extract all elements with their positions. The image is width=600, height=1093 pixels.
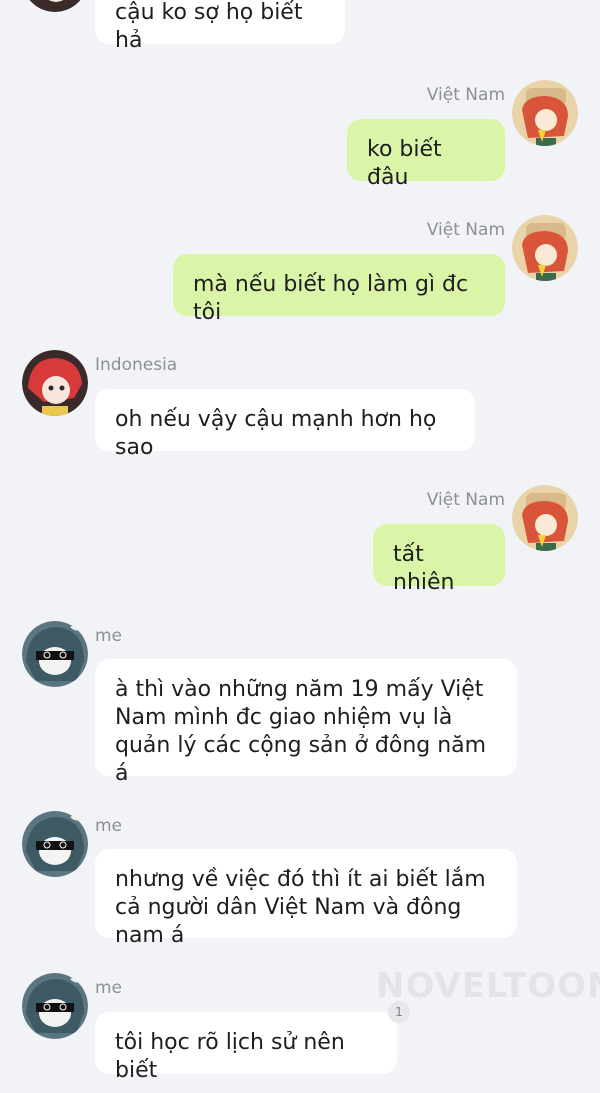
message-text: tôi học rõ lịch sử nên biết [115, 1030, 345, 1083]
sender-name: Việt Nam [426, 490, 505, 510]
sender-name: me [95, 816, 123, 836]
message-bubble[interactable]: ko biết đâu [347, 119, 505, 190]
message-text: mà nếu biết họ làm gì đc tôi [193, 272, 469, 325]
message-bubble[interactable]: cậu ko sợ họ biết hả [95, 0, 345, 53]
message-bubble[interactable]: à thì vào những năm 19 mấy Việt Nam mình… [95, 659, 517, 786]
avatar-me-icon [22, 973, 88, 1039]
sender-name: me [95, 978, 123, 998]
sender-name: Indonesia [95, 355, 178, 375]
message-bubble[interactable]: mà nếu biết họ làm gì đc tôi [173, 254, 505, 325]
message-text: cậu ko sợ họ biết hả [115, 0, 303, 53]
sender-name: me [95, 626, 123, 646]
avatar-vietnam-icon [512, 215, 578, 281]
avatar-indonesia[interactable] [22, 0, 88, 12]
sender-name: Việt Nam [426, 220, 505, 240]
message-text: oh nếu vậy cậu mạnh hơn họ sao [115, 407, 437, 460]
avatar-indonesia-icon [29, 0, 81, 12]
avatar-indonesia-icon [22, 350, 88, 416]
avatar-vietnam[interactable] [512, 80, 578, 146]
avatar-vietnam[interactable] [512, 485, 578, 551]
comment-count-badge[interactable]: 1 [388, 1001, 410, 1023]
avatar-me[interactable] [22, 973, 88, 1039]
message-text: tất nhiên [393, 542, 455, 595]
avatar-me[interactable] [22, 621, 88, 687]
avatar-vietnam[interactable] [512, 215, 578, 281]
message-bubble[interactable]: oh nếu vậy cậu mạnh hơn họ sao [95, 389, 475, 460]
message-text: ko biết đâu [367, 137, 442, 190]
message-text: nhưng về việc đó thì ít ai biết lắm cả n… [115, 867, 486, 948]
sender-name: Việt Nam [426, 85, 505, 105]
avatar-me[interactable] [22, 811, 88, 877]
noveltoon-watermark: NOVELTOON [376, 966, 600, 1006]
message-bubble[interactable]: tất nhiên [373, 524, 505, 595]
avatar-indonesia[interactable] [22, 350, 88, 416]
avatar-vietnam-icon [512, 80, 578, 146]
avatar-me-icon [22, 811, 88, 877]
avatar-vietnam-icon [512, 485, 578, 551]
message-bubble[interactable]: tôi học rõ lịch sử nên biết [95, 1012, 397, 1083]
avatar-me-icon [22, 621, 88, 687]
message-text: à thì vào những năm 19 mấy Việt Nam mình… [115, 677, 487, 786]
message-bubble[interactable]: nhưng về việc đó thì ít ai biết lắm cả n… [95, 849, 517, 948]
